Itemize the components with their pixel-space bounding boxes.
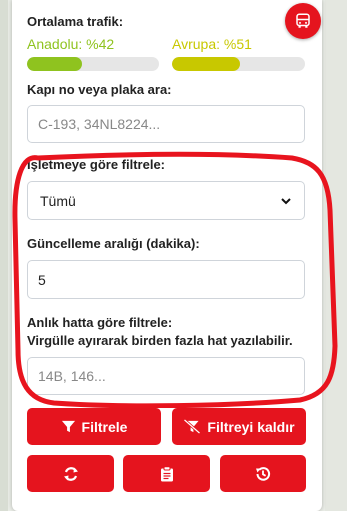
operator-select[interactable]: Tümü [27, 181, 305, 220]
clipboard-icon [160, 465, 173, 481]
bus-icon [296, 13, 310, 28]
line-filter-label: Anlık hatta göre filtrele: [27, 315, 173, 330]
clear-filter-button-label: Filtreyi kaldır [207, 418, 295, 435]
europe-traffic-label: Avrupa: %51 [172, 36, 252, 52]
interval-value: 5 [38, 271, 46, 288]
line-filter-input[interactable]: 14B, 146... [27, 357, 305, 395]
anatolia-traffic-label: Anadolu: %42 [27, 36, 115, 52]
operator-filter-label: İşletmeye göre filtrele: [27, 157, 165, 172]
interval-label: Güncelleme aralığı (dakika): [27, 236, 200, 251]
operator-selected-value: Tümü [40, 192, 76, 209]
map-background-left [0, 0, 8, 511]
search-label: Kapı no veya plaka ara: [27, 82, 172, 97]
interval-input[interactable]: 5 [27, 260, 305, 299]
clipboard-button[interactable] [123, 455, 210, 492]
map-background-right [325, 0, 347, 511]
line-filter-hint: Virgülle ayırarak birden fazla hat yazıl… [27, 333, 293, 348]
history-icon [256, 466, 271, 481]
search-input[interactable]: C-193, 34NL8224... [27, 105, 305, 143]
traffic-title: Ortalama trafik: [27, 14, 124, 29]
clear-filter-button[interactable]: Filtreyi kaldır [172, 408, 306, 445]
line-filter-placeholder: 14B, 146... [38, 368, 106, 384]
europe-traffic-bar [172, 57, 305, 71]
filter-button[interactable]: Filtrele [27, 408, 161, 445]
anatolia-traffic-fill [27, 57, 83, 71]
search-placeholder: C-193, 34NL8224... [38, 116, 161, 132]
filter-off-icon [183, 419, 201, 434]
europe-traffic-fill [172, 57, 240, 71]
bus-fab-button[interactable] [285, 3, 321, 39]
refresh-icon [63, 466, 78, 481]
refresh-button[interactable] [27, 455, 114, 492]
anatolia-traffic-bar [27, 57, 159, 71]
filter-button-label: Filtrele [81, 418, 128, 435]
chevron-down-icon [281, 197, 291, 204]
history-button[interactable] [220, 455, 306, 492]
filter-icon [61, 420, 75, 433]
